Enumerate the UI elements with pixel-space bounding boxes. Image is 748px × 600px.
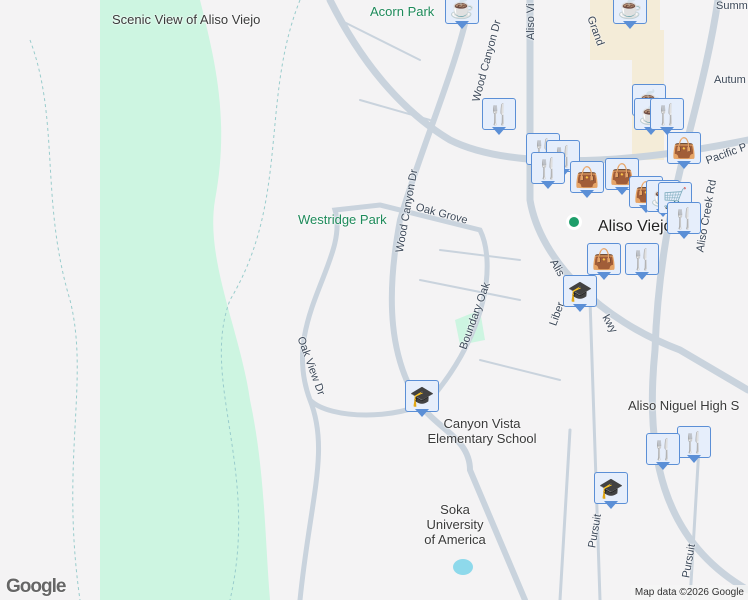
marker-pointer — [455, 21, 469, 29]
google-logo: Google — [6, 576, 66, 597]
label-autumn: Autum — [714, 74, 746, 86]
location-pin-icon[interactable] — [566, 214, 582, 230]
marker-pointer — [635, 272, 649, 280]
school-marker[interactable]: 🎓 — [594, 472, 628, 510]
restaurant-icon: 🍴 — [482, 98, 516, 130]
label-canyon-vista[interactable]: Canyon Vista Elementary School — [412, 416, 552, 446]
restaurant-marker[interactable]: 🍴 — [650, 98, 684, 136]
label-acorn-park[interactable]: Acorn Park — [370, 4, 434, 19]
marker-pointer — [677, 231, 691, 239]
label-westridge-park[interactable]: Westridge Park — [298, 212, 387, 227]
restaurant-icon: 🍴 — [677, 426, 711, 458]
restaurant-marker[interactable]: 🍴 — [625, 243, 659, 281]
marker-pointer — [573, 304, 587, 312]
restaurant-icon: 🍴 — [650, 98, 684, 130]
label-aliso-niguel[interactable]: Aliso Niguel High S — [628, 398, 739, 413]
marker-pointer — [623, 21, 637, 29]
restaurant-marker[interactable]: 🍴 — [677, 426, 711, 464]
label-aliso-viejo[interactable]: Aliso Viejo — [598, 218, 672, 236]
school-icon: 🎓 — [563, 275, 597, 307]
marker-pointer — [656, 462, 670, 470]
cafe-marker[interactable]: ☕ — [445, 0, 479, 30]
marker-pointer — [597, 272, 611, 280]
restaurant-marker[interactable]: 🍴 — [531, 152, 565, 190]
school-icon: 🎓 — [405, 380, 439, 412]
shopping-icon: 👜 — [587, 243, 621, 275]
marker-pointer — [541, 181, 555, 189]
restaurant-icon: 🍴 — [531, 152, 565, 184]
school-marker[interactable]: 🎓 — [563, 275, 597, 313]
pond — [453, 559, 473, 575]
restaurant-icon: 🍴 — [667, 202, 701, 234]
park-area — [100, 0, 270, 600]
school-icon: 🎓 — [594, 472, 628, 504]
marker-pointer — [415, 409, 429, 417]
map-attribution[interactable]: Map data ©2026 Google — [630, 585, 748, 600]
marker-pointer — [677, 161, 691, 169]
restaurant-marker[interactable]: 🍴 — [667, 202, 701, 240]
marker-pointer — [615, 187, 629, 195]
marker-pointer — [492, 127, 506, 135]
cafe-marker[interactable]: ☕ — [613, 0, 647, 30]
label-aliso-viejo-pkwy: Aliso Vi — [525, 3, 537, 40]
shopping-icon: 👜 — [667, 132, 701, 164]
shopping-icon: 👜 — [570, 161, 604, 193]
restaurant-marker[interactable]: 🍴 — [646, 433, 680, 471]
label-soka[interactable]: Soka University of America — [420, 502, 490, 547]
shopping-marker[interactable]: 👜 — [570, 161, 604, 199]
restaurant-icon: 🍴 — [646, 433, 680, 465]
label-summit: Summ — [716, 0, 748, 12]
label-scenic-view[interactable]: Scenic View of Aliso Viejo — [112, 12, 260, 27]
marker-pointer — [604, 501, 618, 509]
school-marker[interactable]: 🎓 — [405, 380, 439, 418]
restaurant-icon: 🍴 — [625, 243, 659, 275]
shopping-marker[interactable]: 👜 — [667, 132, 701, 170]
restaurant-marker[interactable]: 🍴 — [482, 98, 516, 136]
marker-pointer — [580, 190, 594, 198]
marker-pointer — [687, 455, 701, 463]
roads — [297, 0, 748, 600]
